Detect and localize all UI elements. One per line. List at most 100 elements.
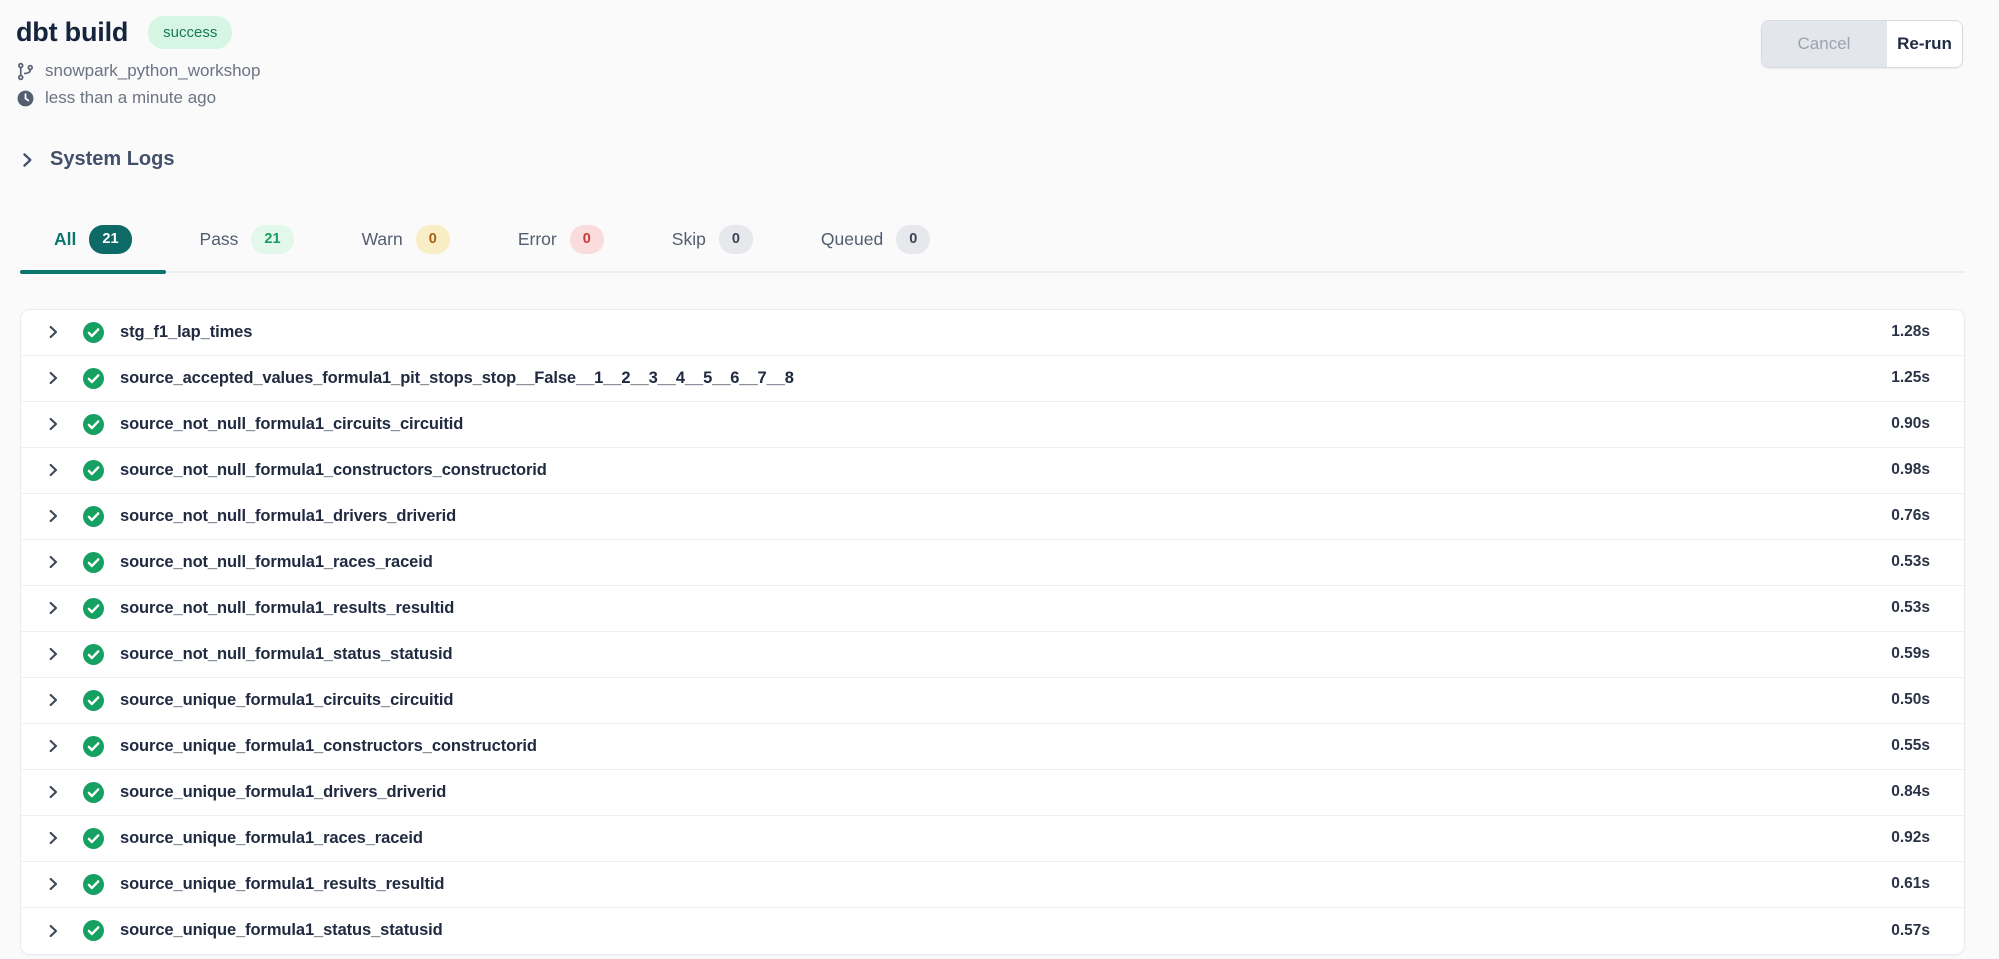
result-duration: 0.53s [1891,599,1930,617]
tab-count-badge: 0 [570,225,604,254]
header-actions: Cancel Re-run [1761,20,1963,68]
row-expand-chevron-icon[interactable] [45,646,61,662]
result-row[interactable]: source_not_null_formula1_races_raceid 0.… [21,540,1964,586]
result-row[interactable]: source_unique_formula1_results_resultid … [21,862,1964,908]
cancel-button[interactable]: Cancel [1762,21,1886,67]
row-expand-chevron-icon[interactable] [45,738,61,754]
result-row[interactable]: source_unique_formula1_constructors_cons… [21,724,1964,770]
tab-label: All [54,229,76,250]
tab-count-badge: 0 [416,225,450,254]
pass-check-icon [83,874,104,895]
time-ago: less than a minute ago [45,88,216,108]
tab-count-badge: 0 [896,225,930,254]
pass-check-icon [83,506,104,527]
tab-warn[interactable]: Warn 0 [328,215,484,271]
result-duration: 1.25s [1891,369,1930,387]
result-row[interactable]: source_unique_formula1_circuits_circuiti… [21,678,1964,724]
result-row[interactable]: source_accepted_values_formula1_pit_stop… [21,356,1964,402]
pass-check-icon [83,782,104,803]
run-header: dbt build success snowpark_python_worksh… [0,0,1999,108]
result-name: source_unique_formula1_status_statusid [120,921,443,940]
tab-skip[interactable]: Skip 0 [638,215,787,271]
result-duration: 0.57s [1891,922,1930,940]
result-row[interactable]: stg_f1_lap_times 1.28s [21,310,1964,356]
tab-error[interactable]: Error 0 [484,215,638,271]
result-name: source_not_null_formula1_drivers_driveri… [120,507,456,526]
row-expand-chevron-icon[interactable] [45,692,61,708]
result-duration: 0.98s [1891,461,1930,479]
tab-label: Pass [200,229,239,250]
title-row: dbt build success [16,16,1999,49]
result-name: source_not_null_formula1_races_raceid [120,553,433,572]
pass-check-icon [83,368,104,389]
result-name: source_not_null_formula1_results_resulti… [120,599,454,618]
pass-check-icon [83,322,104,343]
result-name: source_unique_formula1_drivers_driverid [120,783,446,802]
tab-queued[interactable]: Queued 0 [787,215,964,271]
result-row[interactable]: source_unique_formula1_races_raceid 0.92… [21,816,1964,862]
result-duration: 1.28s [1891,323,1930,341]
tab-all[interactable]: All 21 [20,215,166,271]
pass-check-icon [83,460,104,481]
result-duration: 0.92s [1891,829,1930,847]
time-meta: less than a minute ago [16,88,1999,108]
clock-icon [16,89,35,108]
tab-label: Skip [672,229,706,250]
row-expand-chevron-icon[interactable] [45,923,61,939]
system-logs-label: System Logs [50,148,174,171]
result-name: source_unique_formula1_races_raceid [120,829,423,848]
result-name: source_not_null_formula1_status_statusid [120,645,453,664]
pass-check-icon [83,598,104,619]
tab-bar: All 21 Pass 21 Warn 0 Error 0 Skip 0 Que… [20,215,1965,273]
result-duration: 0.53s [1891,553,1930,571]
tab-label: Queued [821,229,883,250]
pass-check-icon [83,828,104,849]
result-duration: 0.59s [1891,645,1930,663]
result-row[interactable]: source_not_null_formula1_constructors_co… [21,448,1964,494]
row-expand-chevron-icon[interactable] [45,324,61,340]
page-title: dbt build [16,17,128,48]
row-expand-chevron-icon[interactable] [45,830,61,846]
result-duration: 0.84s [1891,783,1930,801]
status-badge: success [148,16,232,49]
run-meta: snowpark_python_workshop less than a min… [16,61,1999,108]
tab-label: Warn [362,229,403,250]
result-name: source_accepted_values_formula1_pit_stop… [120,369,794,388]
results-list: stg_f1_lap_times 1.28s source_accepted_v… [20,309,1965,955]
pass-check-icon [83,552,104,573]
result-name: source_not_null_formula1_circuits_circui… [120,415,463,434]
row-expand-chevron-icon[interactable] [45,784,61,800]
pass-check-icon [83,736,104,757]
pass-check-icon [83,920,104,941]
tab-label: Error [518,229,557,250]
result-duration: 0.50s [1891,691,1930,709]
result-row[interactable]: source_not_null_formula1_circuits_circui… [21,402,1964,448]
rerun-button[interactable]: Re-run [1886,21,1962,67]
row-expand-chevron-icon[interactable] [45,508,61,524]
result-row[interactable]: source_not_null_formula1_status_statusid… [21,632,1964,678]
git-branch-icon [16,62,35,81]
row-expand-chevron-icon[interactable] [45,462,61,478]
result-name: source_unique_formula1_constructors_cons… [120,737,537,756]
result-name: source_unique_formula1_results_resultid [120,875,444,894]
result-duration: 0.76s [1891,507,1930,525]
row-expand-chevron-icon[interactable] [45,554,61,570]
row-expand-chevron-icon[interactable] [45,876,61,892]
result-row[interactable]: source_unique_formula1_status_statusid 0… [21,908,1964,954]
row-expand-chevron-icon[interactable] [45,416,61,432]
branch-name: snowpark_python_workshop [45,61,260,81]
pass-check-icon [83,414,104,435]
tab-count-badge: 21 [251,225,293,254]
row-expand-chevron-icon[interactable] [45,600,61,616]
result-row[interactable]: source_unique_formula1_drivers_driverid … [21,770,1964,816]
tab-pass[interactable]: Pass 21 [166,215,328,271]
pass-check-icon [83,644,104,665]
result-row[interactable]: source_not_null_formula1_results_resulti… [21,586,1964,632]
tab-count-badge: 0 [719,225,753,254]
result-row[interactable]: source_not_null_formula1_drivers_driveri… [21,494,1964,540]
tab-count-badge: 21 [89,225,131,254]
result-duration: 0.55s [1891,737,1930,755]
pass-check-icon [83,690,104,711]
row-expand-chevron-icon[interactable] [45,370,61,386]
system-logs-toggle[interactable]: System Logs [18,148,174,171]
